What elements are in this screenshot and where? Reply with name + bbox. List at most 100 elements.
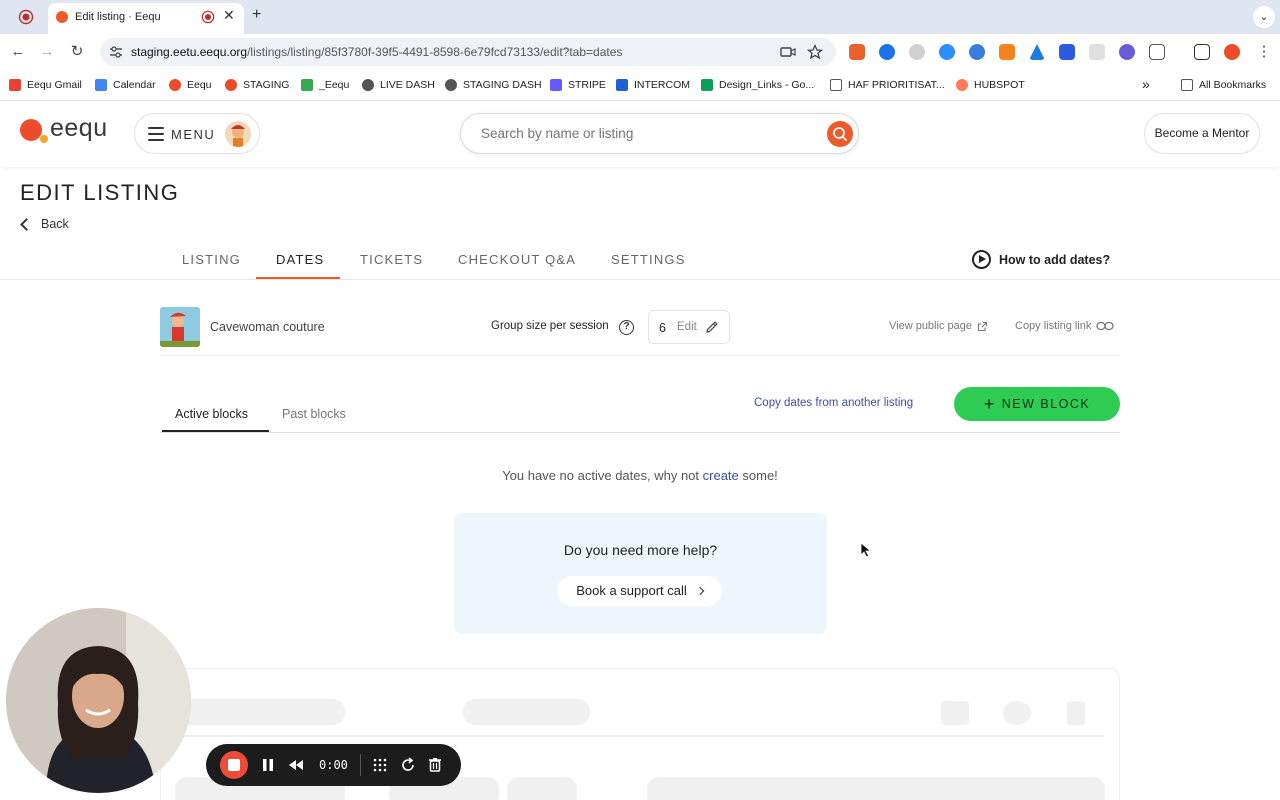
stop-recording-button[interactable] (220, 751, 248, 779)
tab-active-blocks[interactable]: Active blocks (175, 407, 248, 421)
globe-icon (362, 79, 374, 91)
restart-icon[interactable] (398, 755, 418, 775)
logo-mark-yellow (40, 135, 48, 143)
drive-extension-icon[interactable] (1029, 44, 1045, 60)
extension-10-icon[interactable] (1119, 44, 1135, 60)
group-size-field[interactable]: 6 Edit (648, 310, 730, 344)
link-icon (1096, 321, 1115, 331)
tab-settings[interactable]: SETTINGS (611, 252, 686, 267)
search-bar (460, 113, 859, 154)
address-bar[interactable]: staging.eetu.eequ.org/listings/listing/8… (100, 38, 836, 66)
view-public-label: View public page (889, 320, 972, 332)
side-panel-icon[interactable] (1194, 44, 1210, 60)
bookmark-staging[interactable]: STAGING (225, 79, 289, 91)
bookmark-eequ[interactable]: Eequ (169, 79, 212, 91)
bookmarks-overflow-button[interactable]: » (1142, 76, 1150, 92)
bookmark-eequ-drive[interactable]: _Eequ (301, 79, 349, 91)
extension-2-icon[interactable] (879, 44, 895, 60)
bookmark-calendar[interactable]: Calendar (95, 79, 156, 91)
bookmark-hubspot[interactable]: HUBSPOT (956, 79, 1025, 91)
menu-button[interactable]: MENU (134, 113, 260, 154)
bookmark-haf-prioritisation[interactable]: HAF PRIORITISAT... (830, 79, 945, 91)
bookmark-intercom[interactable]: INTERCOM (616, 79, 690, 91)
bookmark-live-dash[interactable]: LIVE DASH (362, 79, 435, 91)
site-settings-icon[interactable] (109, 45, 123, 59)
extension-8-icon[interactable] (1059, 44, 1075, 60)
bookmark-design-links[interactable]: Design_Links - Go... (701, 79, 814, 91)
skeleton-trash-icon (1067, 701, 1085, 725)
browser-tab-active[interactable]: Edit listing · Eequ ✕ (48, 3, 244, 34)
new-tab-button[interactable]: + (252, 6, 261, 24)
skeleton-eye-icon (1003, 701, 1031, 725)
bookmark-label: STAGING DASH (463, 79, 542, 91)
bookmark-label: INTERCOM (634, 79, 690, 91)
grid-dots-icon[interactable] (370, 755, 390, 775)
help-card: Do you need more help? Book a support ca… (454, 513, 827, 634)
forward-arrow-icon[interactable]: → (38, 43, 56, 61)
url-path: /listings/listing/85f3780f-39f5-4491-859… (247, 45, 623, 59)
tab-dates[interactable]: DATES (276, 252, 324, 267)
rewind-icon[interactable] (286, 755, 306, 775)
bookmark-stripe[interactable]: STRIPE (550, 79, 606, 91)
pause-icon[interactable] (258, 755, 278, 775)
webcam-overlay[interactable] (6, 608, 191, 793)
book-support-call-button[interactable]: Book a support call (557, 576, 722, 606)
copy-dates-link[interactable]: Copy dates from another listing (754, 397, 913, 409)
back-arrow-icon[interactable]: ← (9, 43, 27, 61)
tab-past-blocks[interactable]: Past blocks (282, 407, 346, 421)
bookmark-eequ-gmail[interactable]: Eequ Gmail (9, 79, 82, 91)
skeleton-bar (175, 699, 345, 725)
external-link-icon (977, 321, 988, 331)
camera-icon[interactable] (780, 44, 796, 60)
extension-3-icon[interactable] (909, 44, 925, 60)
extension-5-icon[interactable] (969, 44, 985, 60)
extension-6-icon[interactable] (999, 44, 1015, 60)
view-public-page-link[interactable]: View public page (889, 320, 988, 332)
bookmark-staging-dash[interactable]: STAGING DASH (445, 79, 542, 91)
extension-9-icon[interactable] (1089, 44, 1105, 60)
skeleton-divider (175, 735, 1105, 737)
extensions-puzzle-icon[interactable] (1149, 44, 1165, 60)
skeleton-bar (647, 777, 1105, 800)
tab-title: Edit listing · Eequ (75, 11, 161, 23)
tab-listing[interactable]: LISTING (182, 252, 241, 267)
bookmark-star-icon[interactable] (807, 44, 823, 60)
close-tab-icon[interactable]: ✕ (223, 7, 235, 24)
tab-recording-icon (201, 10, 215, 24)
eequ-icon (169, 79, 181, 91)
create-link[interactable]: create (703, 468, 739, 483)
reload-icon[interactable]: ↻ (68, 43, 86, 61)
copy-listing-link[interactable]: Copy listing link (1015, 320, 1115, 332)
new-block-button[interactable]: + NEW BLOCK (954, 387, 1120, 421)
bookmark-label: Eequ Gmail (27, 79, 82, 91)
bookmarks-bar: Eequ Gmail Calendar Eequ STAGING _Eequ L… (0, 71, 1280, 101)
help-question-icon[interactable]: ? (619, 320, 634, 335)
eequ-logo[interactable]: eequ (20, 114, 120, 150)
search-button[interactable] (827, 121, 853, 147)
extension-1-icon[interactable] (849, 44, 865, 60)
bookmark-label: Eequ (187, 79, 212, 91)
logo-text: eequ (50, 114, 108, 142)
edit-listing-tabs: LISTING DATES TICKETS CHECKOUT Q&A SETTI… (0, 240, 1280, 280)
hubspot-icon (956, 79, 968, 91)
become-mentor-button[interactable]: Become a Mentor (1144, 113, 1260, 154)
search-input[interactable] (481, 126, 811, 141)
listing-thumbnail (160, 307, 200, 347)
profile-avatar-icon[interactable] (1224, 44, 1240, 60)
tab-checkout-qa[interactable]: CHECKOUT Q&A (458, 252, 576, 267)
how-to-add-dates-link[interactable]: How to add dates? (972, 250, 1110, 269)
help-title: Do you need more help? (563, 542, 718, 558)
extension-4-icon[interactable] (939, 44, 955, 60)
url-text: staging.eetu.eequ.org/listings/listing/8… (131, 45, 622, 59)
all-bookmarks-button[interactable]: All Bookmarks (1181, 79, 1266, 91)
globe-icon (445, 79, 457, 91)
hamburger-icon (148, 127, 164, 141)
back-link[interactable]: Back (20, 217, 69, 231)
gmail-icon (9, 79, 21, 91)
tab-tickets[interactable]: TICKETS (360, 252, 423, 267)
browser-menu-kebab-icon[interactable]: ⋮ (1255, 43, 1273, 61)
trash-icon[interactable] (425, 755, 445, 775)
blocks-tabs: Active blocks Past blocks Copy dates fro… (160, 387, 1120, 433)
listing-summary-row: Cavewoman couture Group size per session… (160, 300, 1120, 356)
tab-search-chevron-icon[interactable]: ⌄ (1253, 6, 1275, 28)
